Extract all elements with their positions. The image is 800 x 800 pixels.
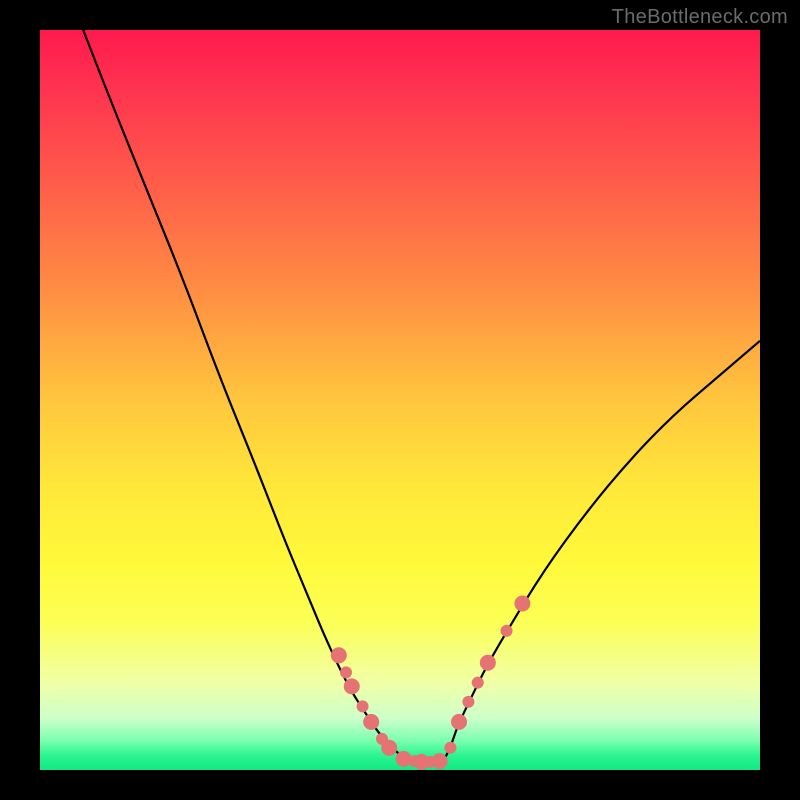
watermark-text: TheBottleneck.com xyxy=(612,6,788,29)
marker-point xyxy=(480,655,496,671)
marker-point xyxy=(432,753,448,769)
marker-point xyxy=(501,625,513,637)
curve-right-curve xyxy=(443,341,760,761)
marker-point xyxy=(357,700,369,712)
marker-point xyxy=(363,714,379,730)
marker-point xyxy=(451,714,467,730)
chart-frame: TheBottleneck.com xyxy=(0,0,800,800)
marker-point xyxy=(381,740,397,756)
curve-layer xyxy=(83,30,760,762)
chart-svg xyxy=(40,30,760,770)
marker-point xyxy=(472,677,484,689)
marker-point xyxy=(444,742,456,754)
marker-layer xyxy=(331,596,531,770)
curve-left-curve xyxy=(83,30,414,761)
marker-point xyxy=(462,696,474,708)
marker-point xyxy=(514,596,530,612)
marker-point xyxy=(331,647,347,663)
marker-point xyxy=(344,678,360,694)
chart-plot-area xyxy=(40,30,760,770)
marker-point xyxy=(340,666,352,678)
